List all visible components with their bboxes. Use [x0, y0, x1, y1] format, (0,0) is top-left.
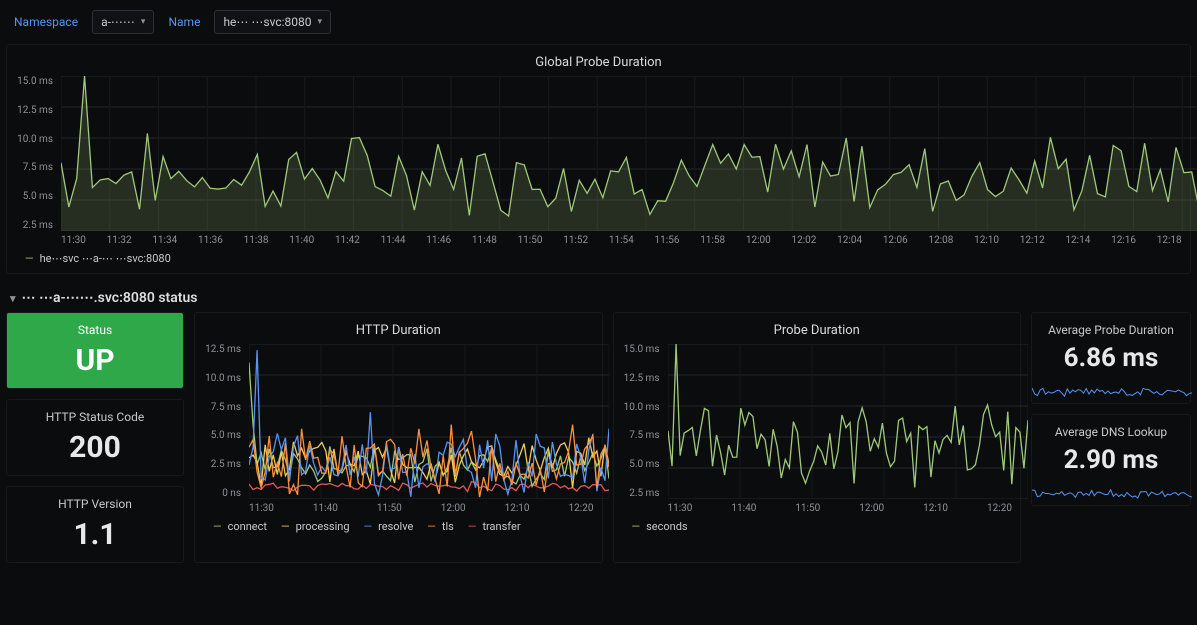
legend-item[interactable]: —resolve: [364, 520, 414, 533]
panel-title: HTTP Duration: [195, 319, 602, 344]
legend: —seconds: [614, 514, 1021, 533]
right-column: Average Probe Duration 6.86 ms Average D…: [1031, 312, 1191, 563]
chevron-down-icon: ▾: [141, 17, 146, 27]
legend-item[interactable]: —transfer: [468, 520, 521, 533]
stat-title: Status: [7, 313, 183, 343]
panel-probe-duration[interactable]: Probe Duration 15.0 ms12.5 ms10.0 ms7.5 …: [613, 312, 1022, 563]
filter-name: Name he⋯ ⋯svc:8080 ▾: [162, 10, 331, 34]
x-axis: 11:3011:4011:5012:0012:1012:20: [622, 499, 1013, 514]
legend: — he⋯svc ⋯a-⋯ ⋯svc:8080: [7, 246, 1190, 265]
stat-title: HTTP Version: [7, 487, 183, 517]
legend-dash: —: [25, 252, 34, 265]
y-axis: 15.0 ms12.5 ms10.0 ms7.5 ms5.0 ms2.5 ms: [15, 76, 53, 231]
stat-title: Average DNS Lookup: [1032, 415, 1190, 445]
stat-value: 2.90 ms: [1032, 445, 1190, 475]
panel-global-probe[interactable]: Global Probe Duration 15.0 ms12.5 ms10.0…: [6, 44, 1191, 274]
panel-http-duration[interactable]: HTTP Duration 12.5 ms10.0 ms7.5 ms5.0 ms…: [194, 312, 603, 563]
sparkline: [1032, 475, 1192, 499]
filter-name-text: he⋯ ⋯svc:8080: [223, 15, 311, 29]
stat-value: 200: [7, 430, 183, 465]
chevron-down-icon: ▾: [317, 17, 322, 27]
stat-value: 1.1: [7, 517, 183, 552]
panel-title: Global Probe Duration: [7, 51, 1190, 76]
chart-area: 12.5 ms10.0 ms7.5 ms5.0 ms2.5 ms0 ns 11:…: [195, 344, 602, 514]
filter-namespace-value[interactable]: a-⋯⋯ ▾: [92, 10, 154, 34]
chart-svg: [249, 344, 609, 499]
sparkline: [1032, 373, 1192, 397]
panels-row: Status UP HTTP Status Code 200 HTTP Vers…: [0, 312, 1197, 563]
filter-name-value[interactable]: he⋯ ⋯svc:8080 ▾: [214, 10, 331, 34]
filter-name-label: Name: [162, 11, 206, 33]
legend: —connect —processing —resolve —tls —transfer: [195, 514, 602, 533]
stat-title: HTTP Status Code: [7, 400, 183, 430]
chart-area: 15.0 ms12.5 ms10.0 ms7.5 ms5.0 ms2.5 ms …: [614, 344, 1021, 514]
panel-status[interactable]: Status UP: [6, 312, 184, 389]
panel-http-status-code[interactable]: HTTP Status Code 200: [6, 399, 184, 476]
filter-namespace: Namespace a-⋯⋯ ▾: [8, 10, 154, 34]
filter-bar: Namespace a-⋯⋯ ▾ Name he⋯ ⋯svc:8080 ▾: [0, 0, 1197, 44]
panel-avg-dns-lookup[interactable]: Average DNS Lookup 2.90 ms: [1031, 414, 1191, 506]
legend-item[interactable]: —processing: [281, 520, 350, 533]
legend-item[interactable]: —connect: [213, 520, 267, 533]
panel-http-version[interactable]: HTTP Version 1.1: [6, 486, 184, 563]
row-header[interactable]: ▾ ⋯ ⋯a-⋯⋯.svc:8080 status: [0, 284, 1197, 312]
row-title-text: ⋯ ⋯a-⋯⋯.svc:8080 status: [22, 290, 198, 306]
chevron-down-icon: ▾: [10, 292, 16, 305]
chart-area: 15.0 ms12.5 ms10.0 ms7.5 ms5.0 ms2.5 ms …: [7, 76, 1190, 246]
x-axis: 11:3011:3211:3411:3611:3811:4011:4211:44…: [15, 231, 1182, 246]
stat-value: UP: [7, 343, 183, 378]
legend-item[interactable]: — he⋯svc ⋯a-⋯ ⋯svc:8080: [25, 252, 171, 265]
panel-title: Probe Duration: [614, 319, 1021, 344]
legend-item[interactable]: —tls: [427, 520, 454, 533]
stats-column: Status UP HTTP Status Code 200 HTTP Vers…: [6, 312, 184, 563]
stat-title: Average Probe Duration: [1032, 313, 1190, 343]
panel-avg-probe-duration[interactable]: Average Probe Duration 6.86 ms: [1031, 312, 1191, 404]
y-axis: 15.0 ms12.5 ms10.0 ms7.5 ms5.0 ms2.5 ms: [622, 344, 660, 499]
filter-namespace-label: Namespace: [8, 11, 84, 33]
stat-value: 6.86 ms: [1032, 343, 1190, 373]
chart-svg: [668, 344, 1028, 499]
filter-namespace-text: a-⋯⋯: [101, 15, 135, 29]
chart-svg: [61, 76, 1197, 231]
legend-item[interactable]: —seconds: [632, 520, 688, 533]
y-axis: 12.5 ms10.0 ms7.5 ms5.0 ms2.5 ms0 ns: [203, 344, 241, 499]
x-axis: 11:3011:4011:5012:0012:1012:20: [203, 499, 594, 514]
legend-label: he⋯svc ⋯a-⋯ ⋯svc:8080: [40, 252, 171, 265]
